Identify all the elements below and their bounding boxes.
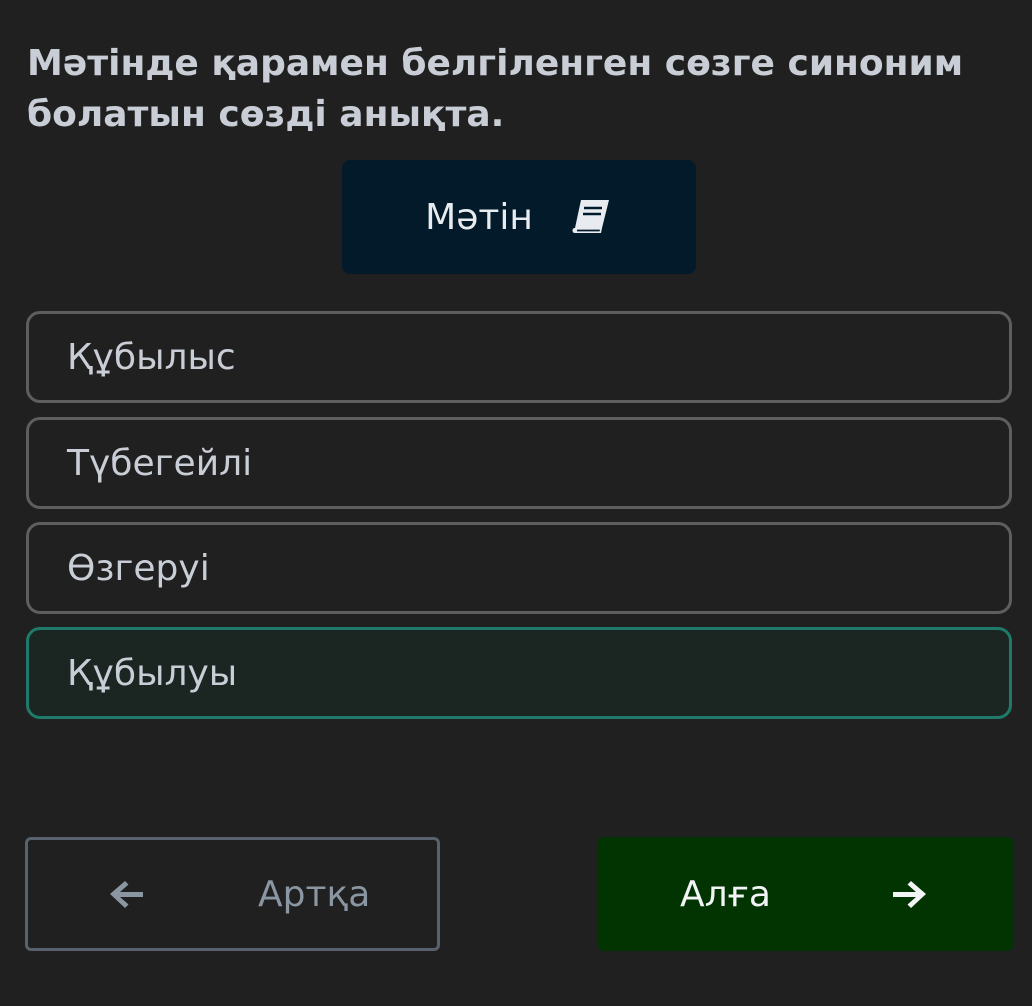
- open-text-label: Мәтін: [425, 196, 533, 238]
- back-button-label: Артқа: [258, 873, 371, 915]
- next-button-label: Алға: [680, 873, 771, 915]
- answer-option-label: Құбылыс: [67, 336, 236, 378]
- arrow-left-icon: [110, 881, 143, 908]
- answer-option-3[interactable]: Өзгеруі: [26, 522, 1012, 614]
- answer-option-label: Түбегейлі: [67, 442, 253, 484]
- answer-option-1[interactable]: Құбылыс: [26, 311, 1012, 403]
- open-text-button[interactable]: Мәтін: [342, 160, 696, 274]
- arrow-right-icon: [893, 881, 926, 908]
- answer-option-label: Құбылуы: [67, 652, 238, 694]
- back-button[interactable]: Артқа: [25, 837, 440, 951]
- question-text: Мәтінде қарамен белгіленген сөзге синони…: [27, 43, 964, 135]
- next-button[interactable]: Алға: [598, 837, 1013, 951]
- book-icon: [572, 200, 609, 233]
- answer-option-label: Өзгеруі: [67, 547, 210, 589]
- answer-option-2[interactable]: Түбегейлі: [26, 417, 1012, 509]
- answer-option-4[interactable]: Құбылуы: [26, 627, 1012, 719]
